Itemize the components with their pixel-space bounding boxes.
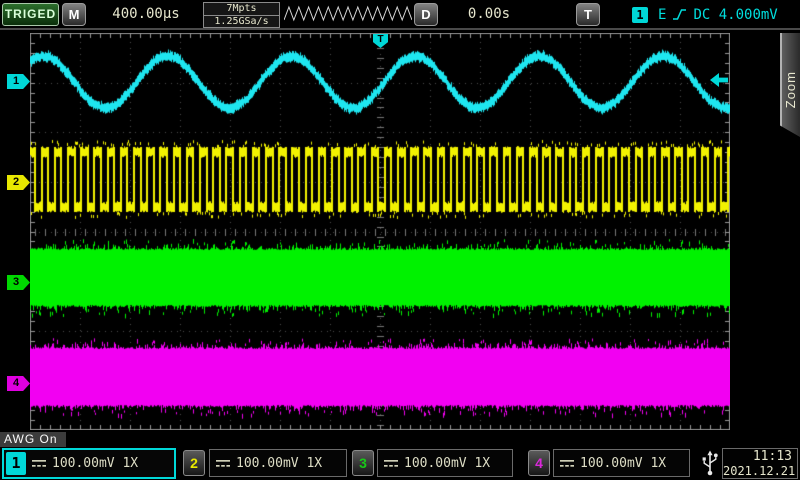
delay-menu-button[interactable]: D [414,3,438,26]
horizontal-menu-button[interactable]: M [62,3,86,26]
channel-4-position-marker[interactable]: 4 [7,376,30,391]
trigger-menu-button[interactable]: T [576,3,600,26]
channel-3-status-box[interactable]: 100.00mV 1X [377,449,513,477]
channel-3-button[interactable]: 3 [352,450,374,476]
channel-3-position-marker[interactable]: 3 [7,275,30,290]
trigger-delay-readout: 0.00s [441,3,537,26]
trigger-level-label: DC 4.000mV [693,7,777,23]
channel-1-scale: 100.00mV 1X [52,456,138,471]
dc-coupling-icon [216,459,231,468]
trigger-source-badge: 1 [632,7,648,23]
datetime-box: 11:13 2021.12.21 [722,448,798,479]
top-status-bar: TRIGED M 400.00μs 7Mpts 1.25GSa/s D 0.00… [0,0,800,30]
sample-rate: 1.25GSa/s [204,15,279,27]
channel-4-button[interactable]: 4 [528,450,550,476]
trigger-status-badge: TRIGED [2,3,59,26]
channel-4-scale: 100.00mV 1X [580,456,666,471]
zoom-side-tab[interactable]: Zoom [780,33,800,137]
channel-2-status-box[interactable]: 100.00mV 1X [209,449,347,477]
usb-icon [700,449,720,477]
waveform-canvas [30,33,730,430]
clock-date: 2021.12.21 [723,464,797,478]
channel-2-position-marker[interactable]: 2 [7,175,30,190]
oscilloscope-screen: TRIGED M 400.00μs 7Mpts 1.25GSa/s D 0.00… [0,0,800,480]
channel-2-scale: 100.00mV 1X [236,456,322,471]
timebase-readout: 400.00μs [92,3,200,26]
channel-1-status-box[interactable]: 1 100.00mV 1X [2,448,176,479]
channel-status-bar: 1 100.00mV 1X 2 100.00mV 1X 3 [0,447,800,480]
trigger-info-readout: E DC 4.000mV [658,3,778,26]
channel-1-position-marker[interactable]: 1 [7,74,30,89]
rising-edge-icon [672,7,687,22]
memory-depth: 7Mpts [204,3,279,15]
channel-3-scale: 100.00mV 1X [404,456,490,471]
dc-coupling-icon [384,459,399,468]
clock-time: 11:13 [723,449,797,464]
acquisition-info-box: 7Mpts 1.25GSa/s [203,2,280,28]
zoom-tab-label: Zoom [783,61,798,108]
waveform-preview-icon [284,4,412,24]
graticule [30,33,730,430]
dc-coupling-icon [560,459,575,468]
channel-2-button[interactable]: 2 [183,450,205,476]
channel-1-badge: 1 [6,452,26,475]
waveform-display: 1 2 3 4 T Zoom AWG On [0,30,800,447]
channel-4-status-box[interactable]: 100.00mV 1X [553,449,690,477]
trigger-type-label: E [658,7,666,23]
awg-status-badge: AWG On [0,432,66,447]
dc-coupling-icon [32,459,47,468]
